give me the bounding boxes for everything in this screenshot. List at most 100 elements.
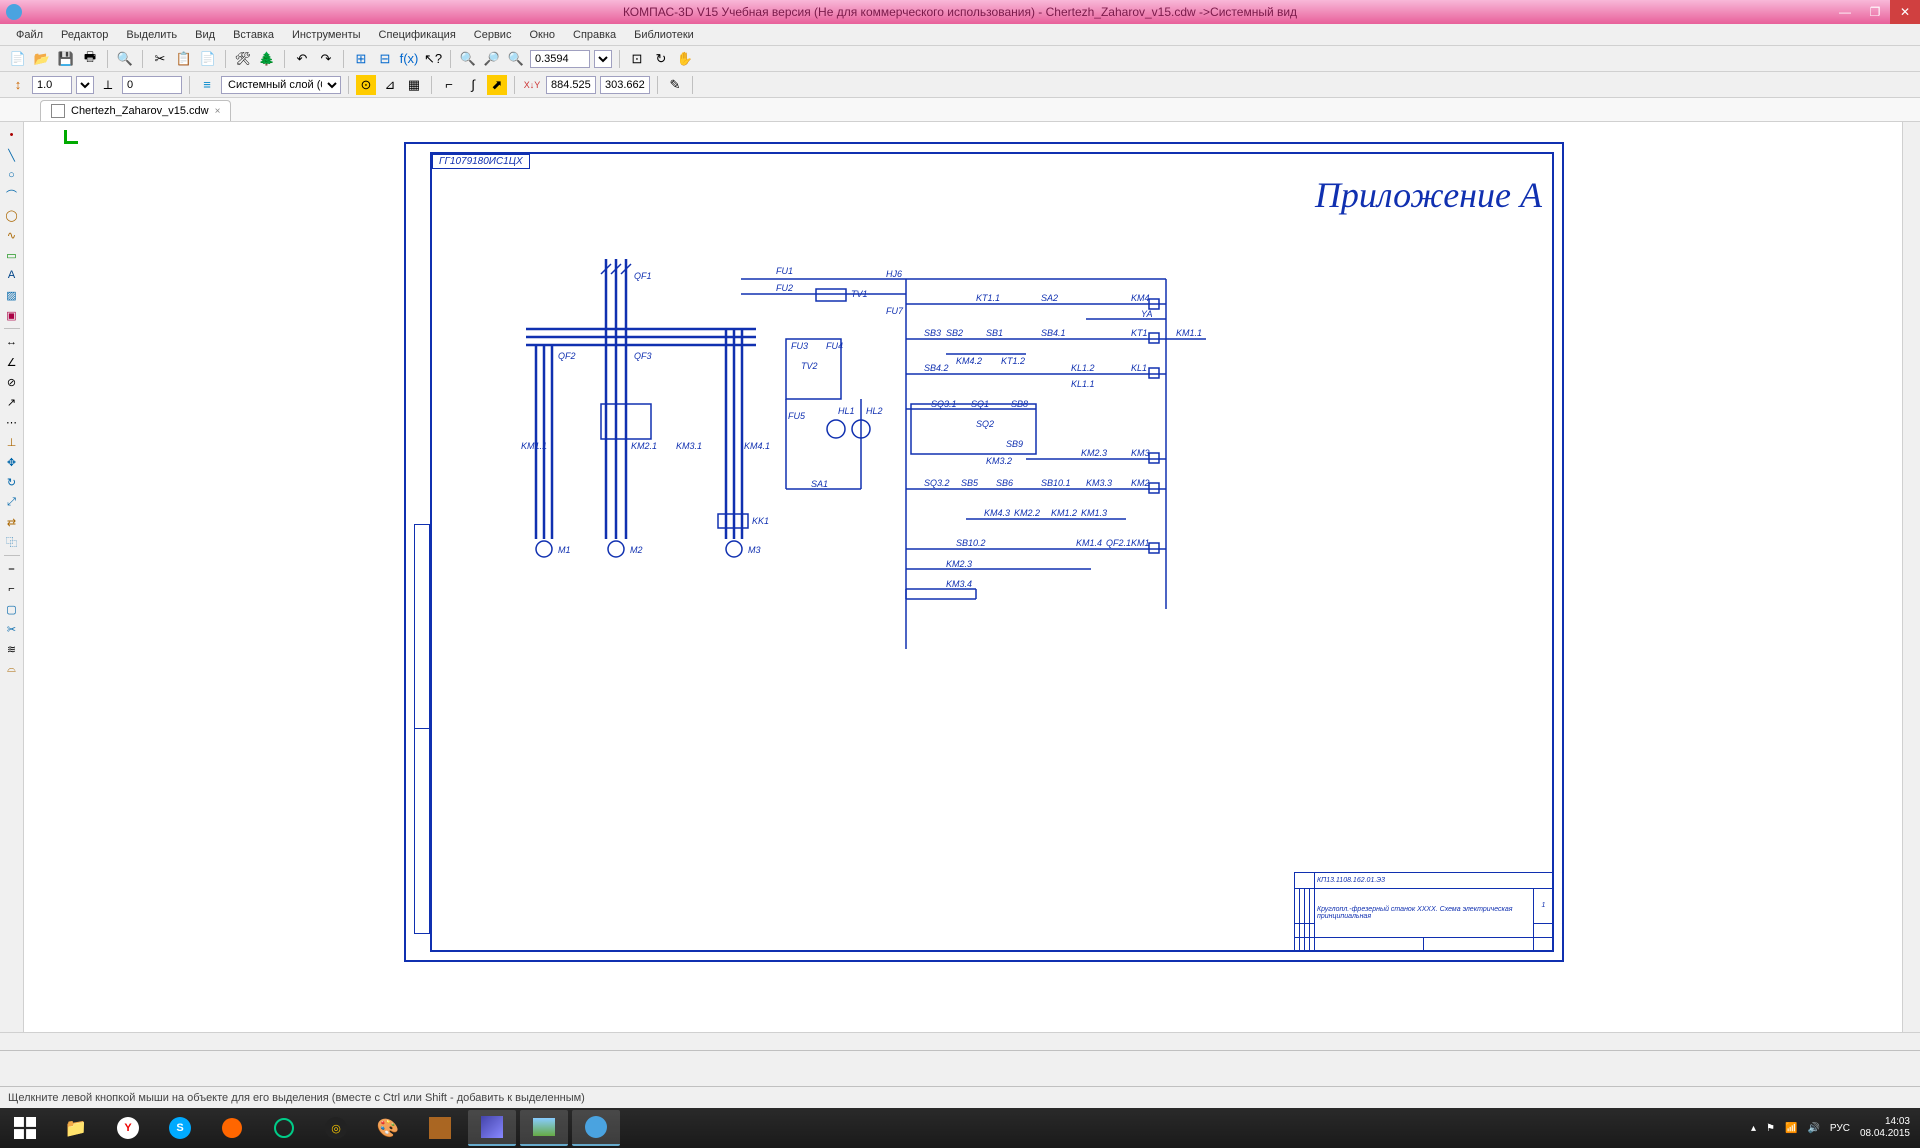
- task-app3[interactable]: 🎨: [364, 1110, 412, 1146]
- offset-button[interactable]: ⟂: [98, 75, 118, 95]
- fx-button[interactable]: f(x): [399, 49, 419, 69]
- menu-insert[interactable]: Вставка: [225, 27, 282, 43]
- start-button[interactable]: [0, 1108, 50, 1148]
- open-button[interactable]: 📂: [32, 49, 52, 69]
- menu-spec[interactable]: Спецификация: [371, 27, 464, 43]
- zoom-out-button[interactable]: 🔍: [506, 49, 526, 69]
- task-app2[interactable]: [260, 1110, 308, 1146]
- task-skype[interactable]: S: [156, 1110, 204, 1146]
- copy-button[interactable]: 📋: [174, 49, 194, 69]
- more-break-button[interactable]: ≋: [3, 640, 21, 658]
- task-photos[interactable]: [520, 1110, 568, 1146]
- document-tab-close[interactable]: ×: [215, 106, 221, 117]
- task-app4[interactable]: [416, 1110, 464, 1146]
- geom-contour-button[interactable]: ▣: [3, 306, 21, 324]
- step-combo[interactable]: [76, 76, 94, 94]
- new-button[interactable]: 📄: [8, 49, 28, 69]
- dim-leader-button[interactable]: ↗: [3, 393, 21, 411]
- menu-select[interactable]: Выделить: [118, 27, 185, 43]
- tray-volume-icon[interactable]: 🔊: [1807, 1123, 1819, 1134]
- step-input[interactable]: [32, 76, 72, 94]
- close-button[interactable]: ✕: [1890, 0, 1920, 24]
- geom-circle-button[interactable]: ○: [3, 166, 21, 184]
- help-arrow-button[interactable]: ↖?: [423, 49, 443, 69]
- manager-button[interactable]: ⊞: [351, 49, 371, 69]
- edit-scale-button[interactable]: ⤢: [3, 493, 21, 511]
- geom-text-button[interactable]: A: [3, 266, 21, 284]
- dim-chain-button[interactable]: ⋯: [3, 413, 21, 431]
- zoom-fit-button[interactable]: ⊡: [627, 49, 647, 69]
- offset-input[interactable]: [122, 76, 182, 94]
- menu-view[interactable]: Вид: [187, 27, 223, 43]
- dim-angular-button[interactable]: ∠: [3, 353, 21, 371]
- pan-button[interactable]: ✋: [675, 49, 695, 69]
- redraw-button[interactable]: ↻: [651, 49, 671, 69]
- coord-x-input[interactable]: [546, 76, 596, 94]
- paste-button[interactable]: 📄: [198, 49, 218, 69]
- variables-button[interactable]: ⊟: [375, 49, 395, 69]
- tree-button[interactable]: 🌲: [257, 49, 277, 69]
- more-rect-button[interactable]: ▢: [3, 600, 21, 618]
- zoom-combo[interactable]: [594, 50, 612, 68]
- tray-action-center-icon[interactable]: ⚑: [1766, 1123, 1775, 1134]
- geom-spline-button[interactable]: ∿: [3, 226, 21, 244]
- menu-window[interactable]: Окно: [521, 27, 563, 43]
- menu-edit[interactable]: Редактор: [53, 27, 116, 43]
- document-tab[interactable]: Chertezh_Zaharov_v15.cdw ×: [40, 100, 231, 121]
- layer-combo[interactable]: Системный слой (0): [221, 76, 341, 94]
- round-button[interactable]: ∫: [463, 75, 483, 95]
- task-yandex[interactable]: Y: [104, 1110, 152, 1146]
- zoom-window-button[interactable]: 🔍: [458, 49, 478, 69]
- geom-hatch-button[interactable]: ▨: [3, 286, 21, 304]
- more-angle-button[interactable]: ⌐: [3, 580, 21, 598]
- task-aimp[interactable]: ◎: [312, 1110, 360, 1146]
- coord-y-input[interactable]: [600, 76, 650, 94]
- tray-clock[interactable]: 14:03 08.04.2015: [1860, 1116, 1910, 1140]
- more-line-button[interactable]: ⎯: [3, 560, 21, 578]
- layer-icon[interactable]: ≡: [197, 75, 217, 95]
- menu-help[interactable]: Справка: [565, 27, 624, 43]
- edit-sym-button[interactable]: ⇄: [3, 513, 21, 531]
- task-app5[interactable]: [468, 1110, 516, 1146]
- dim-ord-button[interactable]: ⊥: [3, 433, 21, 451]
- save-button[interactable]: 💾: [56, 49, 76, 69]
- geom-ellipse-button[interactable]: ◯: [3, 206, 21, 224]
- zoom-in-button[interactable]: 🔎: [482, 49, 502, 69]
- grid-toggle-button[interactable]: ⊿: [380, 75, 400, 95]
- edit-copy-button[interactable]: ⿻: [3, 533, 21, 551]
- more-fillet-button[interactable]: ⌓: [3, 660, 21, 678]
- undo-button[interactable]: ↶: [292, 49, 312, 69]
- canvas[interactable]: ГГ1079180ИC1ЦХ Приложение А QF1: [24, 122, 1902, 1032]
- menu-tools[interactable]: Инструменты: [284, 27, 369, 43]
- task-app1[interactable]: [208, 1110, 256, 1146]
- tray-network-icon[interactable]: 📶: [1785, 1123, 1797, 1134]
- geom-point-button[interactable]: •: [3, 126, 21, 144]
- minimize-button[interactable]: —: [1830, 0, 1860, 24]
- snap-button[interactable]: ⊙: [356, 75, 376, 95]
- grid-button[interactable]: ▦: [404, 75, 424, 95]
- zoom-input[interactable]: [530, 50, 590, 68]
- edit-rotate-button[interactable]: ↻: [3, 473, 21, 491]
- tray-show-hidden-icon[interactable]: ▴: [1751, 1123, 1756, 1134]
- geom-arc-button[interactable]: ⌒: [3, 186, 21, 204]
- maximize-button[interactable]: ❐: [1860, 0, 1890, 24]
- local-cs-button[interactable]: ⬈: [487, 75, 507, 95]
- task-kompas[interactable]: [572, 1110, 620, 1146]
- ortho-button[interactable]: ⌐: [439, 75, 459, 95]
- more-trim-button[interactable]: ✂: [3, 620, 21, 638]
- dim-radial-button[interactable]: ⊘: [3, 373, 21, 391]
- properties-button[interactable]: 🛠: [233, 49, 253, 69]
- geom-rect-button[interactable]: ▭: [3, 246, 21, 264]
- task-explorer[interactable]: 📁: [52, 1110, 100, 1146]
- menu-file[interactable]: Файл: [8, 27, 51, 43]
- horizontal-scrollbar[interactable]: [0, 1032, 1920, 1050]
- dim-linear-button[interactable]: ↔: [3, 333, 21, 351]
- redo-button[interactable]: ↷: [316, 49, 336, 69]
- edit-move-button[interactable]: ✥: [3, 453, 21, 471]
- step-button[interactable]: ↕: [8, 75, 28, 95]
- print-button[interactable]: 🖶: [80, 49, 100, 69]
- vertical-scrollbar[interactable]: [1902, 122, 1920, 1032]
- cut-button[interactable]: ✂: [150, 49, 170, 69]
- preview-button[interactable]: 🔍: [115, 49, 135, 69]
- geom-line-button[interactable]: ╲: [3, 146, 21, 164]
